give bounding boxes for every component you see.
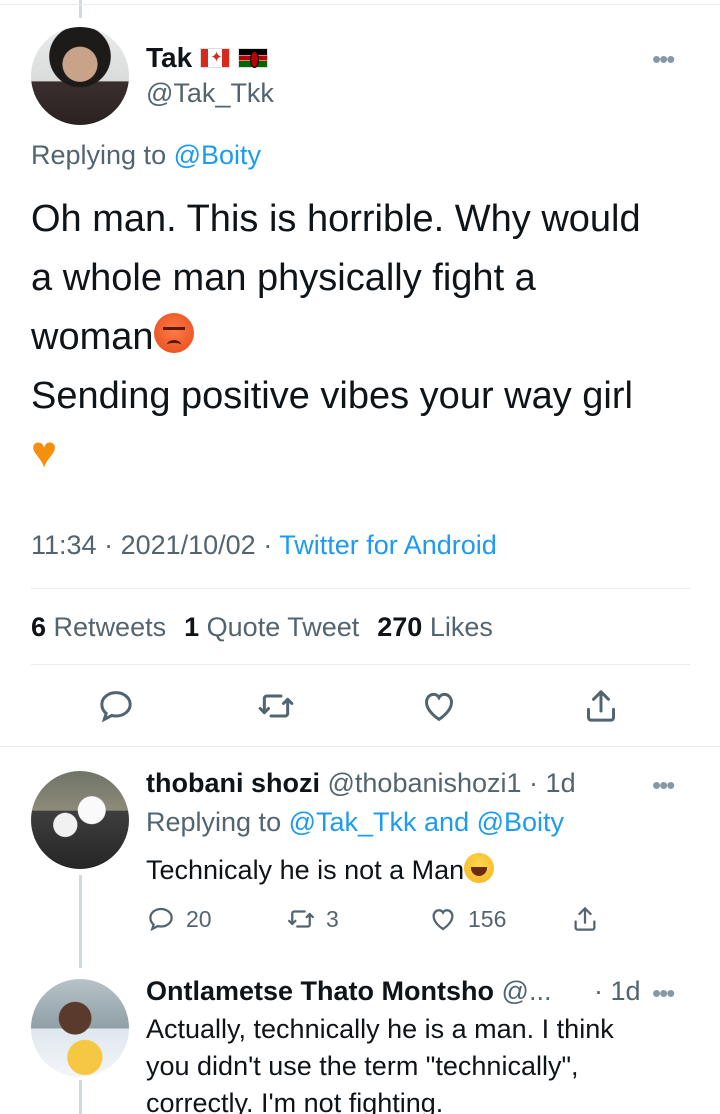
dot-separator: · <box>521 768 546 798</box>
more-options-icon[interactable]: ••• <box>652 770 675 801</box>
thread-connector <box>79 875 82 968</box>
action-bar <box>0 686 720 730</box>
tweet-age-wrap: · 1d <box>594 976 641 1007</box>
dot-separator: · <box>594 976 611 1006</box>
retweet-icon[interactable] <box>286 904 316 934</box>
mention-link[interactable]: @Boity <box>174 140 261 170</box>
reply-action-bar: 20 3 156 <box>146 904 616 940</box>
tweet-text-line: ♥ <box>31 426 691 485</box>
display-name[interactable]: Tak <box>146 42 192 74</box>
retweet-count: 3 <box>326 905 339 932</box>
canada-flag-icon <box>200 48 231 68</box>
tweet-text-fragment: woman <box>31 316 154 358</box>
quote-tweets-count: 1 <box>184 612 200 642</box>
like-icon[interactable] <box>428 904 458 934</box>
avatar[interactable] <box>31 27 129 125</box>
reply-icon[interactable] <box>146 904 176 934</box>
retweets-count: 6 <box>31 612 47 642</box>
avatar[interactable] <box>31 979 129 1077</box>
share-icon[interactable] <box>570 904 600 934</box>
tweet-text: Technicaly he is not a Man <box>146 852 686 889</box>
thread-connector <box>79 1080 82 1114</box>
reply-count: 20 <box>186 905 212 932</box>
replying-to-prefix: Replying to <box>146 807 289 837</box>
top-divider <box>0 4 720 5</box>
tweet-source-link[interactable]: Twitter for Android <box>279 530 497 560</box>
tweet-text: Oh man. This is horrible. Why would a wh… <box>31 190 691 485</box>
author-handle[interactable]: @thobanishozi1 <box>328 768 522 798</box>
divider <box>31 588 690 589</box>
tweet-time[interactable]: 11:34 <box>31 530 97 560</box>
tweet-text-line: correctly. I'm not fighting. <box>146 1088 444 1114</box>
thread-connector-top <box>79 0 82 18</box>
replying-to-prefix: Replying to <box>31 140 174 170</box>
replying-to-line: Replying to @Tak_Tkk and @Boity <box>146 807 564 838</box>
tweet-text-line: Sending positive vibes your way girl <box>31 375 633 417</box>
likes-count: 270 <box>377 612 423 642</box>
tears-of-joy-emoji-icon <box>464 853 495 883</box>
replying-to-and: and <box>416 807 477 837</box>
quote-tweets-stat[interactable]: 1 Quote Tweet <box>184 612 359 643</box>
more-options-icon[interactable]: ••• <box>652 978 675 1009</box>
divider <box>31 664 690 665</box>
engagement-stats: 6 Retweets 1 Quote Tweet 270 Likes <box>31 612 493 643</box>
tweet-text-fragment: Technicaly he is not a Man <box>146 855 465 885</box>
retweet-icon[interactable] <box>256 686 296 726</box>
like-action[interactable]: 156 <box>428 904 506 934</box>
replying-to-line: Replying to @Boity <box>31 140 261 171</box>
kenya-flag-icon <box>238 48 269 68</box>
like-icon[interactable] <box>419 686 459 726</box>
reply-author-row: Ontlametse Thato Montsho @... <box>146 976 551 1007</box>
author-name-row[interactable]: Tak <box>146 42 269 74</box>
likes-label: Likes <box>429 612 493 642</box>
retweets-label: Retweets <box>53 612 167 642</box>
tweet-age[interactable]: 1d <box>611 976 641 1006</box>
likes-stat[interactable]: 270 Likes <box>377 612 493 643</box>
author-handle[interactable]: @Tak_Tkk <box>146 78 274 109</box>
like-count: 156 <box>468 905 507 932</box>
tweet-text-line: Actually, technically he is a man. I thi… <box>146 1014 614 1044</box>
retweet-action[interactable]: 3 <box>286 904 339 934</box>
tweet-text-line: woman <box>31 308 691 367</box>
display-name[interactable]: thobani shozi <box>146 768 320 798</box>
tweet-text-line: Oh man. This is horrible. Why would <box>31 198 641 240</box>
avatar[interactable] <box>31 771 129 869</box>
orange-heart-emoji-icon: ♥ <box>31 428 58 477</box>
tweet-date[interactable]: 2021/10/02 <box>121 530 256 560</box>
share-icon[interactable] <box>581 686 621 726</box>
tweet-text-line: you didn't use the term "technically", <box>146 1051 579 1081</box>
display-name[interactable]: Ontlametse Thato Montsho <box>146 976 494 1006</box>
share-action[interactable] <box>570 904 600 934</box>
retweets-stat[interactable]: 6 Retweets <box>31 612 166 643</box>
tweet-text: Actually, technically he is a man. I thi… <box>146 1011 686 1114</box>
reply-action[interactable]: 20 <box>146 904 212 934</box>
author-handle[interactable]: @... <box>502 976 552 1006</box>
tweet-text-line: a whole man physically fight a <box>31 257 536 299</box>
reply-icon[interactable] <box>96 686 136 726</box>
divider <box>0 746 720 747</box>
angry-face-emoji-icon <box>153 313 194 353</box>
quote-tweets-label: Quote Tweet <box>206 612 360 642</box>
mention-link[interactable]: @Tak_Tkk <box>289 807 417 837</box>
tweet-age[interactable]: 1d <box>546 768 576 798</box>
reply-author-row: thobani shozi @thobanishozi1 · 1d <box>146 768 576 799</box>
mention-link[interactable]: @Boity <box>477 807 564 837</box>
tweet-meta: 11:34 · 2021/10/02 · Twitter for Android <box>31 530 497 560</box>
more-options-icon[interactable]: ••• <box>652 44 675 75</box>
